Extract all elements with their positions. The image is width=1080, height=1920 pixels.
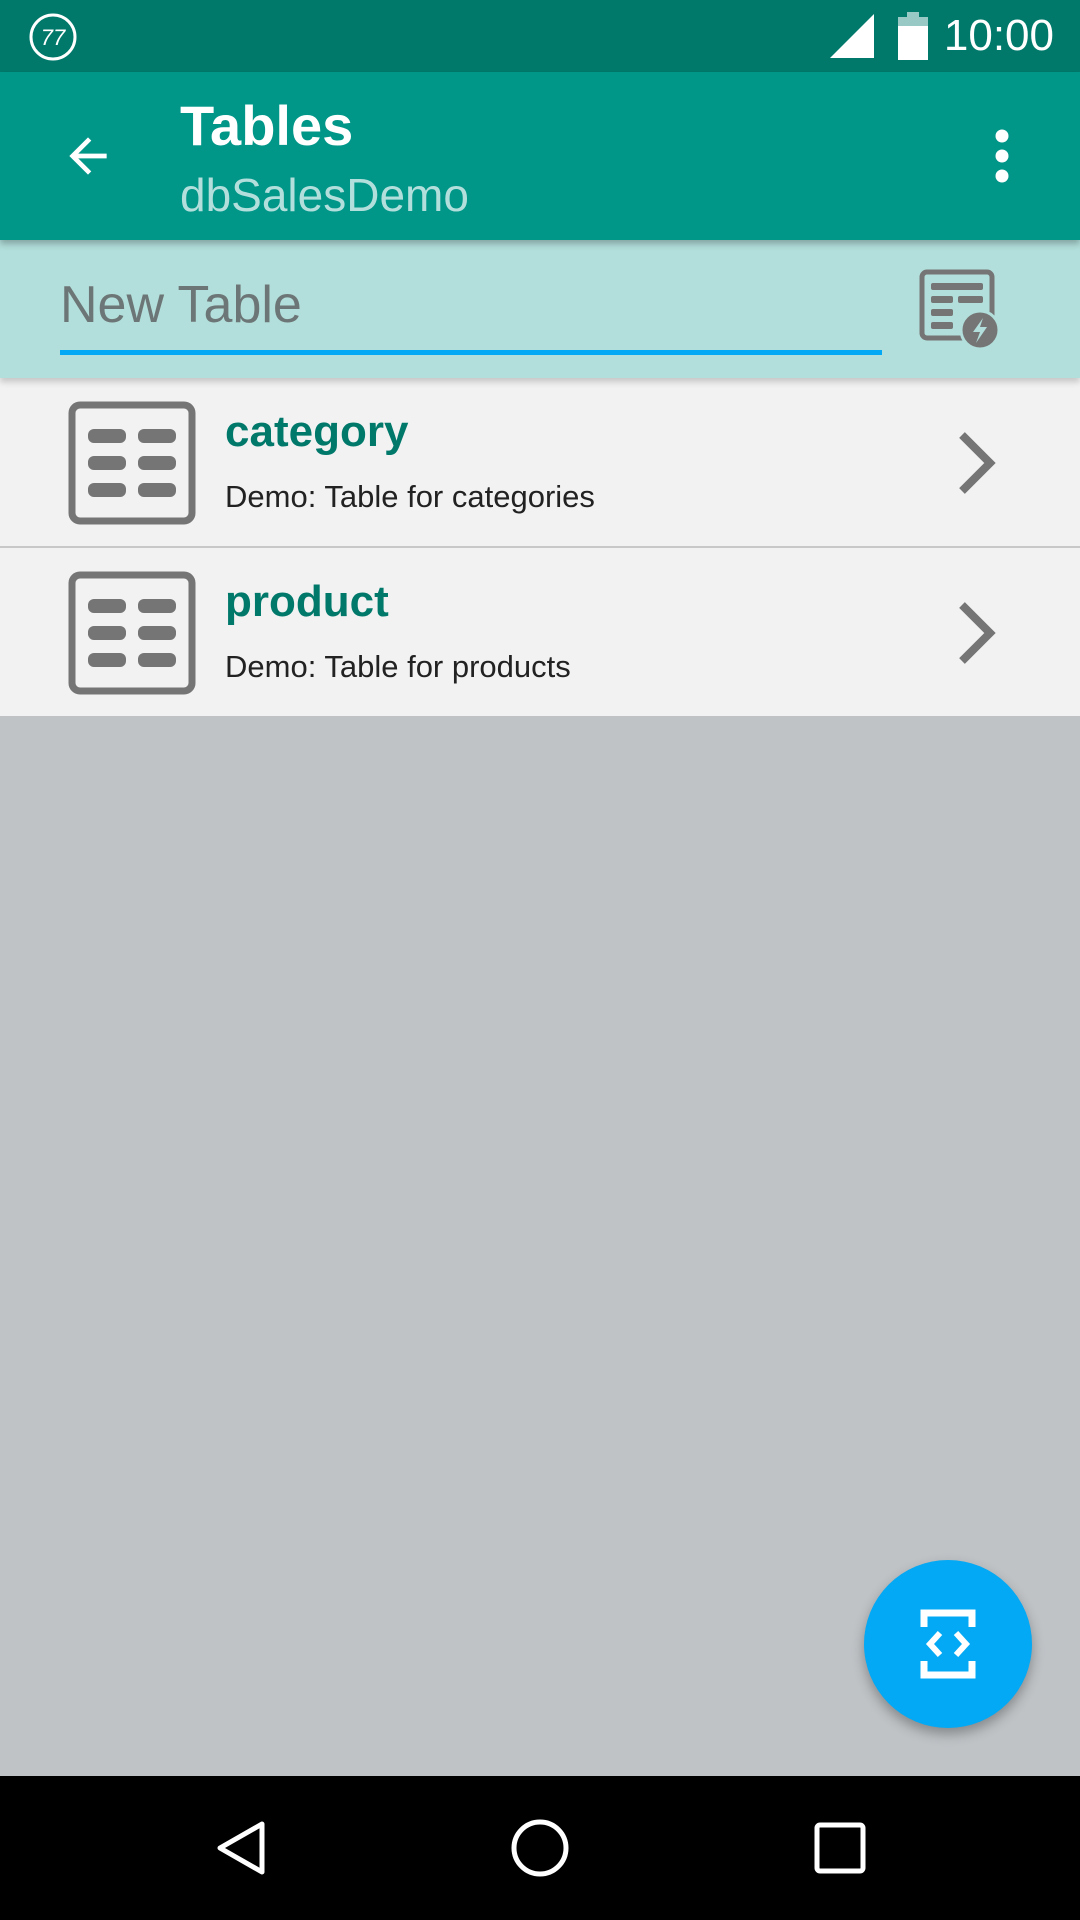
back-button[interactable]	[40, 108, 136, 204]
nav-back-button[interactable]	[192, 1800, 288, 1896]
svg-text:77: 77	[41, 25, 66, 50]
chevron-right-icon	[959, 432, 996, 494]
table-grid-icon	[68, 401, 196, 525]
table-row[interactable]: category Demo: Table for categories	[0, 378, 1080, 548]
more-vert-icon	[995, 129, 1009, 183]
status-clock: 10:00	[943, 11, 1054, 60]
nav-recents-button[interactable]	[792, 1800, 888, 1896]
cell-signal-icon	[830, 14, 874, 58]
table-description: Demo: Table for categories	[225, 479, 595, 514]
new-table-input[interactable]	[60, 270, 880, 340]
overflow-menu-button[interactable]	[954, 108, 1050, 204]
page-title: Tables	[180, 94, 354, 157]
page-subtitle: dbSalesDemo	[180, 169, 469, 221]
table-row[interactable]: product Demo: Table for products	[0, 548, 1080, 716]
arrow-back-icon	[69, 137, 107, 175]
create-table-button[interactable]	[912, 264, 1008, 356]
table-name: product	[225, 577, 389, 626]
notification-77-icon: 77	[29, 13, 77, 61]
battery-icon	[898, 12, 928, 60]
new-table-input-underline	[60, 350, 882, 355]
new-table-bar	[0, 240, 1080, 378]
table-description: Demo: Table for products	[225, 649, 571, 684]
nav-home-button[interactable]	[492, 1800, 588, 1896]
table-name: category	[225, 407, 409, 456]
app-bar: Tables dbSalesDemo	[0, 72, 1080, 240]
code-brackets-icon	[920, 1609, 976, 1679]
nav-back-icon	[217, 1821, 265, 1875]
code-view-fab[interactable]	[864, 1560, 1032, 1728]
system-nav-bar	[0, 1776, 1080, 1920]
status-bar: 77 10:00	[0, 0, 1080, 72]
table-grid-icon	[68, 571, 196, 695]
chevron-right-icon	[959, 602, 996, 664]
create-table-icon	[919, 269, 1001, 351]
nav-recents-icon	[814, 1822, 866, 1874]
table-list: category Demo: Table for categories prod…	[0, 378, 1080, 716]
nav-home-icon	[511, 1819, 569, 1877]
